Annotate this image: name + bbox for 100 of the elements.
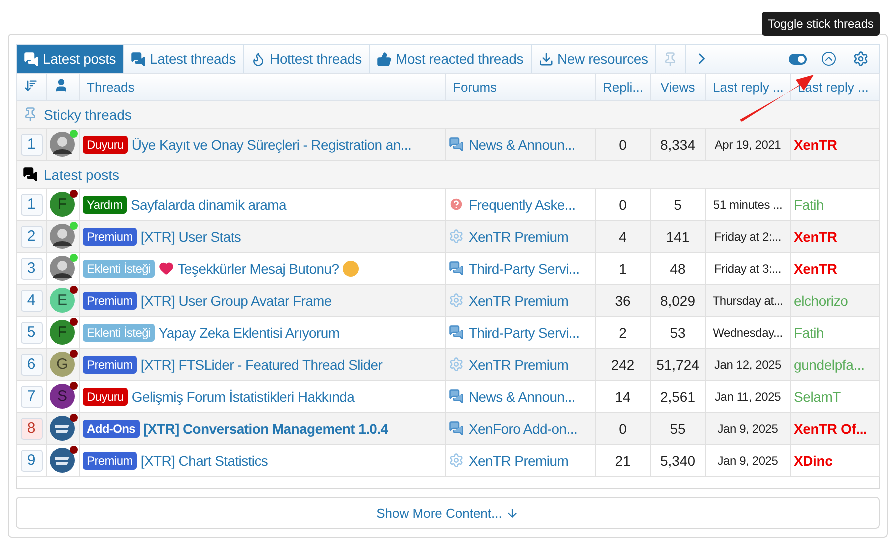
chat-icon (24, 52, 39, 66)
avatar (50, 416, 75, 441)
gear-icon (449, 293, 464, 308)
views-count: 53 (669, 324, 687, 340)
row-number: 3 (20, 258, 42, 280)
views-count: 51,724 (656, 356, 700, 372)
views-count: 8,334 (659, 136, 697, 152)
chat-icon (449, 261, 464, 276)
views-count: 8,029 (659, 292, 697, 308)
thread-title[interactable]: Yapay Zeka Eklentisi Arıyorum (158, 324, 340, 340)
last-reply-date: Friday at 3:... (713, 262, 783, 276)
thread-title[interactable]: Üye Kayıt ve Onay Süreçleri - Registration an... (132, 136, 412, 152)
username-link[interactable]: Fatih (794, 196, 824, 212)
gear-icon (449, 229, 464, 244)
prefix-label: Eklenti İsteği (83, 324, 155, 342)
views-count: 55 (669, 420, 687, 436)
thread-title[interactable]: [XTR] FTSLider - Featured Thread Slider (140, 356, 383, 372)
row-number: 4 (20, 290, 42, 312)
avatar (50, 224, 75, 249)
replies-count: 0 (618, 196, 628, 212)
replies-count: 0 (618, 136, 628, 152)
section-title: Sticky threads (44, 106, 132, 122)
row-number: 9 (20, 450, 42, 472)
prefix-label: Premium (83, 452, 137, 470)
avatar (50, 132, 75, 157)
row-number: 7 (20, 386, 42, 408)
row-number: 1 (20, 194, 42, 216)
thread-title[interactable]: [XTR] User Stats (140, 228, 242, 244)
replies-count: 2 (618, 324, 628, 340)
prefix-label: Add-Ons (83, 420, 140, 438)
row-number: 2 (20, 226, 42, 248)
chat-icon (131, 52, 146, 66)
avatar: F (50, 192, 75, 217)
avatar: E (50, 288, 75, 313)
sort-icon[interactable] (24, 78, 38, 92)
pin-icon (23, 107, 38, 122)
views-count: 48 (669, 260, 687, 276)
prefix-label: Duyuru (83, 388, 128, 406)
replies-count: 36 (614, 292, 632, 308)
avatar (50, 448, 75, 473)
help-icon (449, 197, 464, 212)
row-number: 6 (20, 354, 42, 376)
prefix-label: Duyuru (83, 136, 128, 154)
prefix-label: Premium (83, 356, 137, 374)
emoji-icon (343, 260, 360, 276)
views-count: 5,340 (659, 452, 697, 468)
replies-count: 4 (618, 228, 628, 244)
section-title: Latest posts (44, 166, 120, 182)
thread-title[interactable]: Teşekkürler Mesaj Butonu? (178, 260, 340, 276)
prefix-label: Yardım (83, 196, 127, 214)
chat-icon (449, 389, 464, 404)
views-count: 2,561 (659, 388, 697, 404)
thread-title[interactable]: [XTR] Conversation Management 1.0.4 (144, 420, 388, 436)
prefix-label: Eklenti İsteği (83, 260, 155, 278)
thread-title[interactable]: [XTR] User Group Avatar Frame (140, 292, 332, 308)
replies-count: 14 (614, 388, 632, 404)
username-link[interactable]: Fatih (794, 324, 824, 340)
tooltip: Toggle stick threads (762, 12, 880, 36)
views-count: 5 (673, 196, 683, 212)
avatar: S (50, 384, 75, 409)
last-reply-date: Jan 12, 2025 (714, 358, 782, 372)
replies-count: 21 (614, 452, 632, 468)
prefix-label: Premium (83, 228, 137, 246)
avatar: F (50, 320, 75, 345)
arrow-down-icon (506, 506, 520, 520)
last-reply-date: Jan 9, 2025 (716, 422, 780, 436)
thread-title[interactable]: [XTR] Chart Statistics (140, 452, 268, 468)
row-number: 1 (20, 134, 42, 156)
show-more-button[interactable]: Show More Content... (16, 497, 880, 529)
last-reply-date: Wednesday... (712, 326, 784, 340)
last-reply-date: Friday at 2:... (713, 230, 783, 244)
replies-count: 1 (618, 260, 628, 276)
last-reply-date: Jan 11, 2025 (714, 390, 782, 404)
avatar: G (50, 352, 75, 377)
flame-icon (251, 52, 266, 66)
tab[interactable]: Latest posts (17, 45, 124, 73)
row-number: 5 (20, 322, 42, 344)
prefix-label: Premium (83, 292, 137, 310)
last-reply-date: Thursday at... (712, 294, 784, 308)
last-reply-date: Jan 9, 2025 (716, 454, 780, 468)
download-icon (538, 52, 554, 66)
row-number: 8 (20, 418, 42, 440)
heart-icon (158, 261, 174, 276)
chat-icon (449, 421, 464, 436)
thread-title[interactable]: Sayfalarda dinamik arama (131, 196, 286, 212)
chat-icon (449, 325, 464, 340)
toggle-switch[interactable] (789, 54, 807, 64)
last-reply-date: 51 minutes ... (712, 198, 784, 212)
last-reply-date: Apr 19, 2021 (714, 138, 782, 152)
user-icon (54, 78, 69, 93)
replies-count: 242 (610, 356, 636, 372)
column-header[interactable]: Forums (453, 80, 498, 94)
views-count: 141 (665, 228, 691, 244)
thumbs-up-icon (376, 52, 392, 66)
gear-icon (449, 453, 464, 468)
column-header[interactable]: Threads (87, 80, 135, 94)
gear-icon (449, 357, 464, 372)
thread-title[interactable]: Gelişmiş Forum İstatistikleri Hakkında (132, 388, 355, 404)
chat-icon (449, 137, 464, 152)
replies-count: 0 (618, 420, 628, 436)
